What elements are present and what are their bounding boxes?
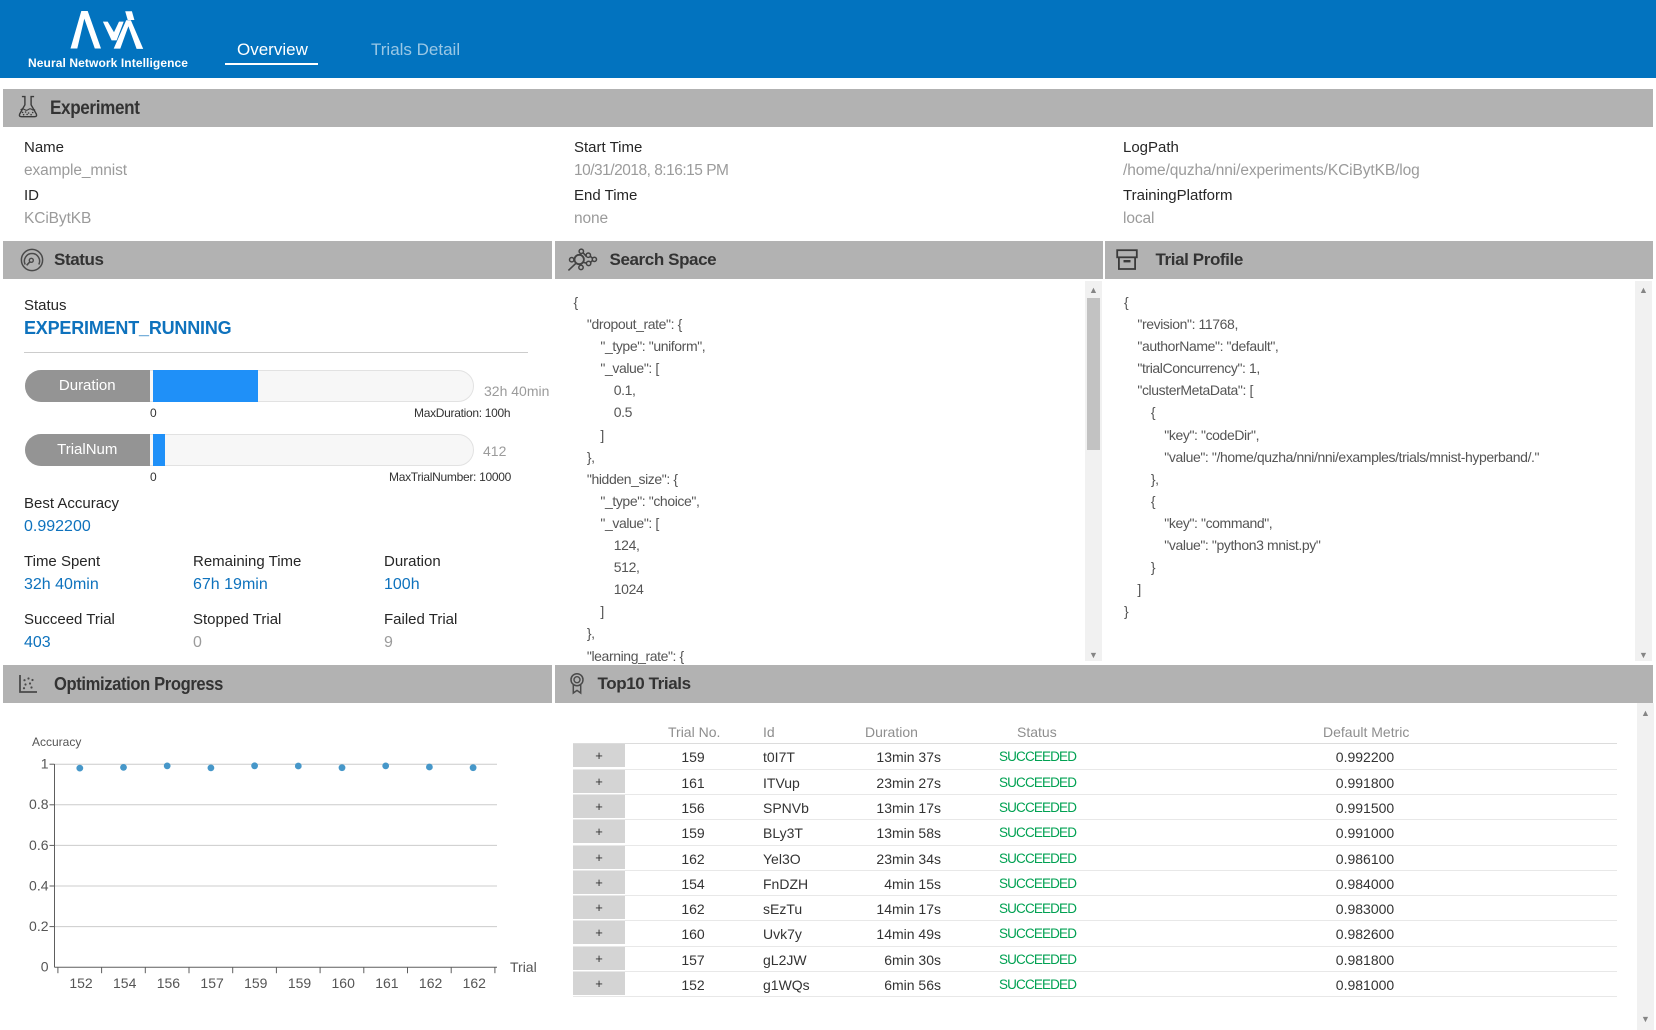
svg-text:156: 156 <box>157 975 181 991</box>
svg-text:162: 162 <box>419 975 443 991</box>
svg-text:0.2: 0.2 <box>29 918 49 934</box>
svg-text:0.8: 0.8 <box>29 796 49 812</box>
svg-text:157: 157 <box>200 975 224 991</box>
svg-text:0.6: 0.6 <box>29 837 49 853</box>
svg-text:1: 1 <box>41 756 49 772</box>
svg-text:162: 162 <box>463 975 487 991</box>
svg-text:154: 154 <box>113 975 137 991</box>
svg-text:160: 160 <box>332 975 356 991</box>
svg-text:Trial: Trial <box>510 959 537 975</box>
svg-text:159: 159 <box>288 975 312 991</box>
svg-text:0.4: 0.4 <box>29 877 49 893</box>
svg-text:0: 0 <box>41 959 49 975</box>
svg-text:Accuracy: Accuracy <box>32 735 81 749</box>
svg-text:161: 161 <box>375 975 399 991</box>
svg-text:152: 152 <box>69 975 93 991</box>
svg-text:159: 159 <box>244 975 268 991</box>
